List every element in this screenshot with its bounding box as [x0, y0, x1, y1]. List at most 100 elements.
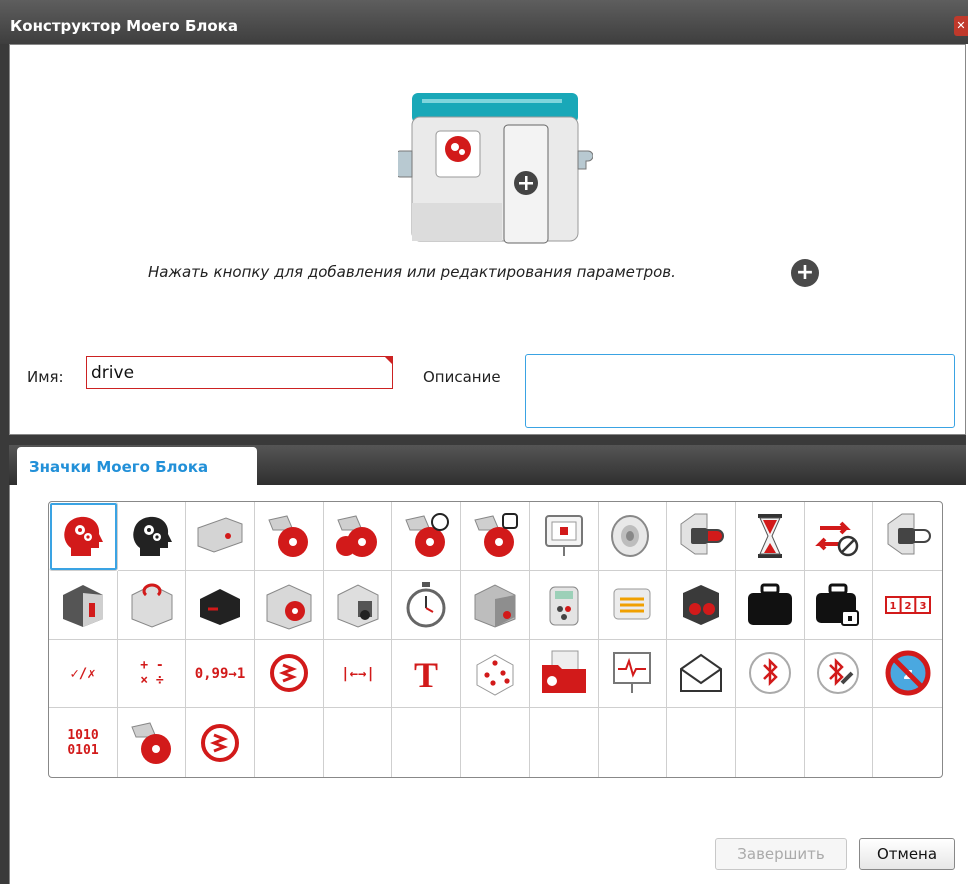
add-parameters-hint: Нажать кнопку для добавления или редакти…: [148, 263, 676, 281]
move-tank-icon: [332, 510, 384, 562]
data-logging-icon: [606, 647, 658, 699]
icon-cell-array[interactable]: 1 2 3: [873, 571, 942, 640]
temperature-sensor-icon: [675, 579, 727, 631]
icons-panel: 1 2 3 ✓/✗ + -× ÷ 0,99→1 |←→| Tz 10100101 Завер…: [9, 485, 966, 884]
tab-my-block-icons[interactable]: Значки Моего Блока: [17, 447, 257, 485]
icon-cell-text[interactable]: T: [392, 639, 462, 709]
motor-rotation-icon: [263, 579, 315, 631]
icon-cell-round[interactable]: 0,99→1: [186, 639, 256, 709]
empty-icon-cell: [873, 708, 942, 777]
block-preview: [398, 93, 593, 244]
icon-cell-motor-rotation[interactable]: [255, 570, 324, 640]
icon-cell-bluetooth[interactable]: [735, 639, 805, 709]
array-icon: 1 2 3: [882, 579, 934, 631]
cancel-button[interactable]: Отмена: [859, 838, 955, 870]
icon-cell-motor-settings[interactable]: [461, 502, 530, 571]
empty-icon-cell: [324, 708, 393, 777]
binary-icon: 1010 0101: [57, 717, 109, 769]
icon-cell-wait-hourglass[interactable]: [735, 502, 805, 571]
svg-text:|←→|: |←→|: [341, 666, 375, 682]
icon-cell-binary[interactable]: 1010 0101: [49, 708, 118, 777]
icon-cell-ultrasonic-sensor[interactable]: [461, 570, 530, 640]
display-icon: [538, 510, 590, 562]
brick-buttons-icon: [675, 510, 727, 562]
svg-text:1: 1: [889, 601, 896, 612]
large-motor-icon: [263, 510, 315, 562]
file-access-icon: [538, 647, 590, 699]
icon-cell-color-sensor[interactable]: [49, 570, 118, 640]
head-gears-black-icon: [126, 510, 178, 562]
logic-icon: ✓/✗: [57, 647, 109, 699]
icon-cell-move-tank[interactable]: [323, 502, 393, 571]
icon-cell-unregulated-motor[interactable]: [118, 708, 187, 777]
icon-cell-compare-range[interactable]: |←→|: [323, 639, 393, 709]
icon-cell-gyro-sensor[interactable]: [117, 570, 187, 640]
range-wave-2-icon: [194, 717, 246, 769]
svg-text:T: T: [414, 655, 438, 695]
move-steering-icon: [400, 510, 452, 562]
icon-cell-math[interactable]: + - × ÷: [117, 639, 187, 709]
icon-cell-messaging[interactable]: [667, 639, 736, 709]
required-marker: [384, 356, 393, 365]
bluetooth-icon: [744, 647, 796, 699]
name-field[interactable]: [86, 356, 393, 389]
empty-icon-cell: [392, 708, 462, 777]
icon-cell-range-wave[interactable]: [255, 639, 324, 709]
no-sleep-icon: z: [882, 647, 934, 699]
icon-cell-data-logging[interactable]: [598, 639, 668, 709]
loop-interrupt-icon: [812, 510, 864, 562]
icon-cell-infrared-beacon[interactable]: [529, 570, 599, 640]
icon-cell-logic[interactable]: ✓/✗: [49, 639, 118, 709]
icon-cell-brick-status[interactable]: [873, 502, 942, 571]
sound-icon: [606, 510, 658, 562]
icon-cell-no-sleep[interactable]: z: [873, 640, 942, 709]
text-icon: T: [400, 647, 452, 699]
icon-cell-range-wave-2[interactable]: [186, 708, 256, 777]
title-bar: Конструктор Моего Блока ✕: [0, 0, 968, 44]
energy-meter-icon: [606, 579, 658, 631]
infrared-beacon-icon: [538, 579, 590, 631]
range-wave-icon: [263, 647, 315, 699]
color-sensor-icon: [57, 579, 109, 631]
locked-case-icon: [812, 579, 864, 631]
icon-cell-file-access[interactable]: [529, 639, 599, 709]
icon-cell-move-steering[interactable]: [392, 502, 462, 571]
icon-cell-head-gears-red[interactable]: [49, 502, 118, 571]
random-dice-icon: [469, 647, 521, 699]
add-parameter-icon[interactable]: +: [791, 259, 819, 287]
svg-text:0101: 0101: [67, 743, 98, 758]
icon-cell-nxt-case[interactable]: [735, 570, 805, 640]
messaging-icon: [675, 647, 727, 699]
icon-cell-loop-interrupt[interactable]: [804, 502, 874, 571]
svg-text:1010: 1010: [67, 728, 98, 743]
svg-text:0,99→1: 0,99→1: [195, 666, 246, 682]
icon-cell-brick-buttons[interactable]: [667, 502, 736, 571]
icon-cell-sound[interactable]: [598, 502, 668, 571]
icon-cell-bluetooth-settings[interactable]: [804, 639, 874, 709]
icon-cell-random-dice[interactable]: [461, 639, 530, 709]
svg-text:3: 3: [919, 601, 926, 612]
close-icon[interactable]: ✕: [954, 16, 968, 36]
icon-cell-energy-meter[interactable]: [598, 570, 668, 640]
description-field[interactable]: [525, 354, 955, 428]
empty-icon-cell: [530, 708, 599, 777]
icon-cell-timer[interactable]: [392, 570, 462, 640]
finish-button[interactable]: Завершить: [715, 838, 847, 870]
round-icon: 0,99→1: [194, 647, 246, 699]
icon-cell-medium-motor[interactable]: [186, 502, 256, 571]
icon-cell-touch-sensor[interactable]: [323, 570, 393, 640]
icon-cell-locked-case[interactable]: [804, 570, 874, 640]
nxt-case-icon: [744, 579, 796, 631]
head-gears-red-icon: [57, 510, 109, 562]
name-label: Имя:: [27, 368, 64, 386]
wait-hourglass-icon: [744, 510, 796, 562]
icon-cell-head-gears-black[interactable]: [117, 502, 187, 571]
icon-cell-display[interactable]: [529, 502, 599, 571]
icon-cell-large-motor[interactable]: [255, 502, 324, 571]
icon-grid: 1 2 3 ✓/✗ + -× ÷ 0,99→1 |←→| Tz 10100101: [48, 501, 943, 778]
unregulated-motor-icon: [126, 717, 178, 769]
icon-cell-infrared-sensor[interactable]: [186, 570, 256, 640]
icon-cell-temperature-sensor[interactable]: [667, 570, 736, 640]
block-editor-panel: Нажать кнопку для добавления или редакти…: [9, 44, 966, 435]
infrared-sensor-icon: [194, 579, 246, 631]
